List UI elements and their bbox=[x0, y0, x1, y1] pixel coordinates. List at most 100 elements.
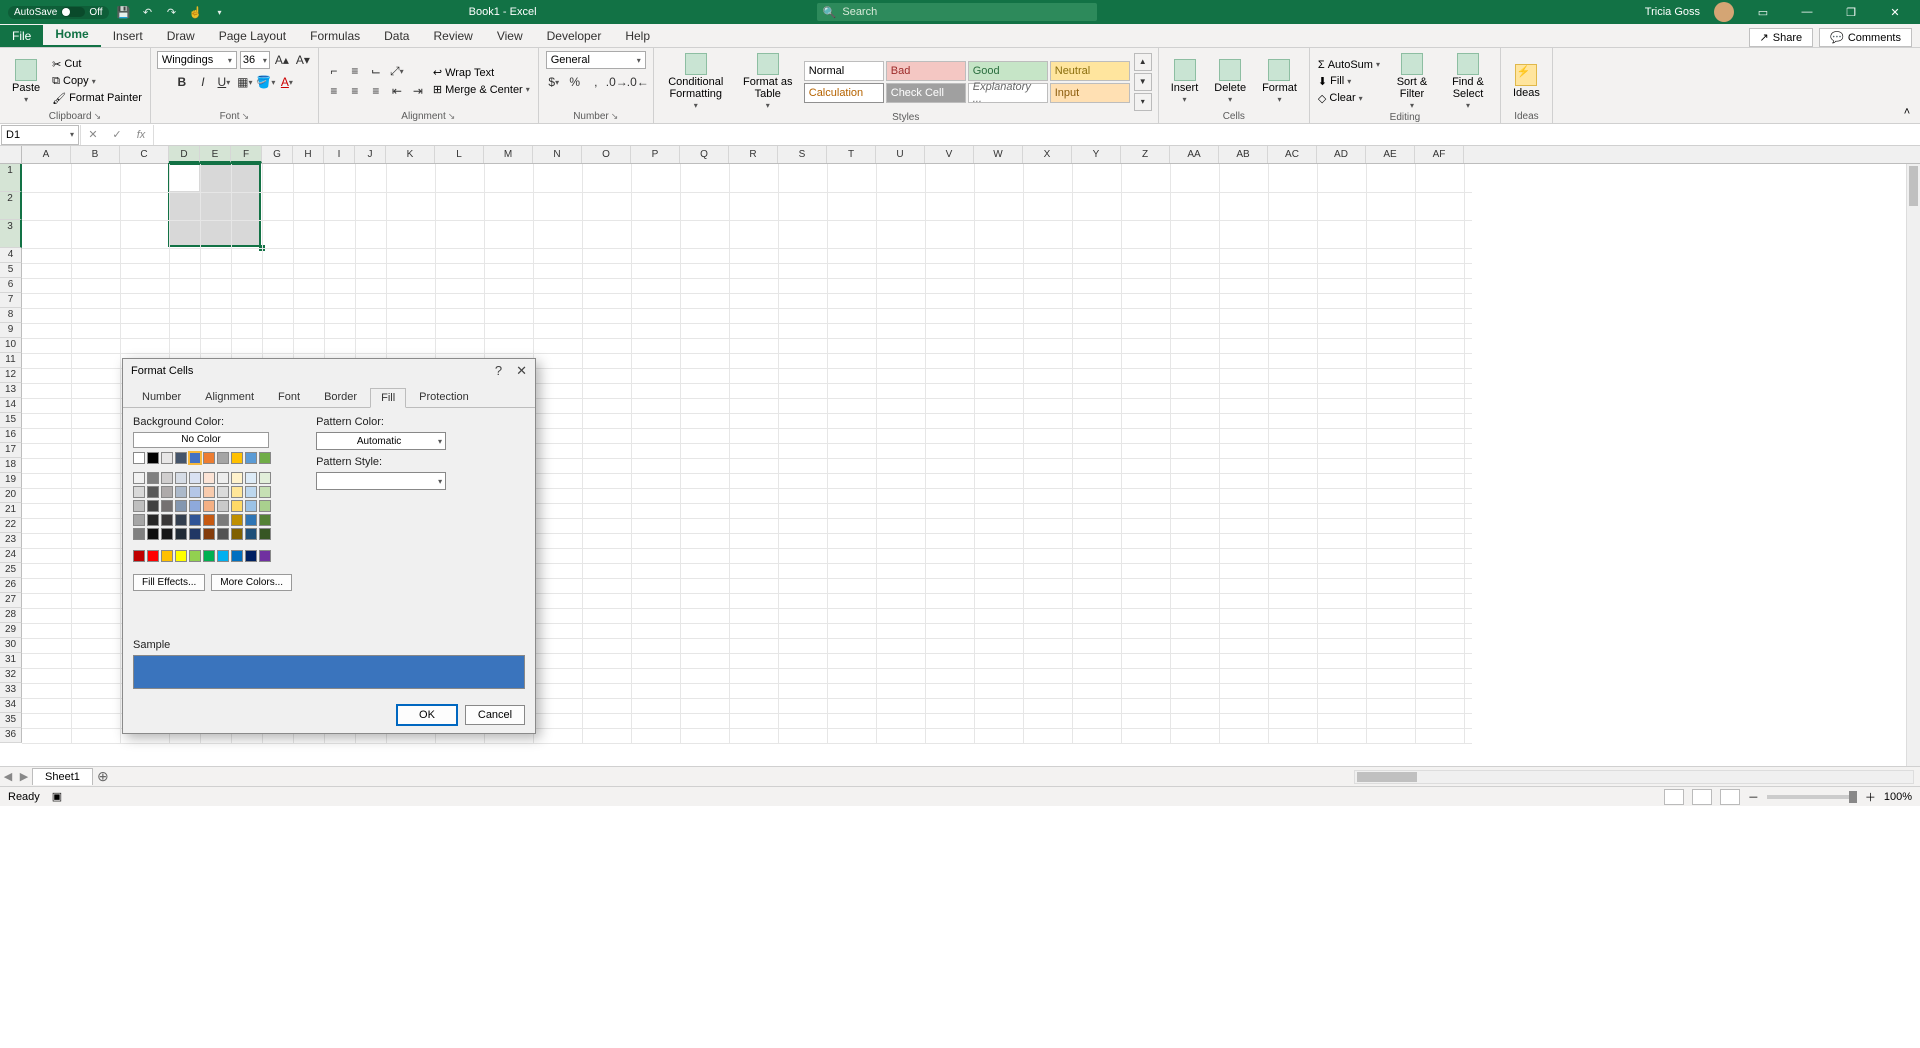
tab-file[interactable]: File bbox=[0, 25, 43, 47]
color-swatch[interactable] bbox=[189, 528, 201, 540]
row-header[interactable]: 31 bbox=[0, 653, 22, 668]
minimize-icon[interactable]: ― bbox=[1792, 0, 1822, 24]
tab-developer[interactable]: Developer bbox=[535, 25, 614, 47]
cancel-button[interactable]: Cancel bbox=[465, 705, 525, 725]
dlg-tab-alignment[interactable]: Alignment bbox=[194, 387, 265, 407]
share-button[interactable]: ↗Share bbox=[1749, 28, 1814, 47]
cell-style-check-cell[interactable]: Check Cell bbox=[886, 83, 966, 103]
ribbon-display-icon[interactable]: ▭ bbox=[1748, 0, 1778, 24]
delete-cells-button[interactable]: Delete▾ bbox=[1208, 57, 1252, 106]
column-header[interactable]: AB bbox=[1219, 146, 1268, 163]
color-swatch[interactable] bbox=[203, 550, 215, 562]
macro-record-icon[interactable]: ▣ bbox=[52, 790, 62, 803]
row-header[interactable]: 17 bbox=[0, 443, 22, 458]
row-header[interactable]: 35 bbox=[0, 713, 22, 728]
column-header[interactable]: A bbox=[22, 146, 71, 163]
italic-button[interactable]: I bbox=[194, 73, 212, 91]
scroll-thumb[interactable] bbox=[1357, 772, 1417, 782]
add-sheet-icon[interactable]: ⊕ bbox=[93, 768, 113, 785]
normal-view-icon[interactable] bbox=[1664, 789, 1684, 805]
font-name-combo[interactable]: Wingdings▾ bbox=[157, 51, 237, 69]
color-swatch[interactable] bbox=[245, 452, 257, 464]
column-header[interactable]: I bbox=[324, 146, 355, 163]
color-swatch[interactable] bbox=[147, 550, 159, 562]
color-swatch[interactable] bbox=[175, 514, 187, 526]
column-header[interactable]: R bbox=[729, 146, 778, 163]
row-header[interactable]: 25 bbox=[0, 563, 22, 578]
pattern-color-combo[interactable]: Automatic▾ bbox=[316, 432, 446, 450]
row-header[interactable]: 4 bbox=[0, 248, 22, 263]
column-header[interactable]: Q bbox=[680, 146, 729, 163]
zoom-in-icon[interactable]: ＋ bbox=[1865, 789, 1876, 805]
pattern-style-combo[interactable]: ▾ bbox=[316, 472, 446, 490]
save-icon[interactable]: 💾 bbox=[115, 3, 133, 21]
select-all-corner[interactable] bbox=[0, 146, 22, 163]
tab-view[interactable]: View bbox=[485, 25, 535, 47]
maximize-icon[interactable]: ❐ bbox=[1836, 0, 1866, 24]
color-swatch[interactable] bbox=[203, 486, 215, 498]
find-select-button[interactable]: Find & Select▾ bbox=[1442, 51, 1494, 112]
color-swatch[interactable] bbox=[203, 528, 215, 540]
cell-style-calculation[interactable]: Calculation bbox=[804, 83, 884, 103]
number-launcher-icon[interactable]: ↘ bbox=[611, 111, 619, 122]
autosave-toggle[interactable]: AutoSave Off bbox=[8, 6, 109, 19]
color-swatch[interactable] bbox=[133, 514, 145, 526]
name-box[interactable]: D1▾ bbox=[1, 125, 79, 145]
column-header[interactable]: W bbox=[974, 146, 1023, 163]
align-left-icon[interactable]: ≡ bbox=[325, 82, 343, 100]
increase-decimal-icon[interactable]: .0→ bbox=[608, 73, 626, 91]
column-header[interactable]: E bbox=[200, 146, 231, 163]
font-color-button[interactable]: A▾ bbox=[278, 73, 296, 91]
styles-scroll-up-icon[interactable]: ▲ bbox=[1134, 53, 1152, 71]
color-swatch[interactable] bbox=[231, 550, 243, 562]
format-painter-button[interactable]: 🖌Format Painter bbox=[50, 91, 144, 106]
copy-button[interactable]: ⧉Copy▾ bbox=[50, 74, 144, 89]
row-header[interactable]: 16 bbox=[0, 428, 22, 443]
color-swatch[interactable] bbox=[231, 528, 243, 540]
color-swatch[interactable] bbox=[133, 452, 145, 464]
comma-icon[interactable]: , bbox=[587, 73, 605, 91]
fill-color-button[interactable]: 🪣▾ bbox=[257, 73, 275, 91]
color-swatch[interactable] bbox=[259, 514, 271, 526]
page-break-view-icon[interactable] bbox=[1720, 789, 1740, 805]
user-name[interactable]: Tricia Goss bbox=[1645, 6, 1700, 18]
row-header[interactable]: 13 bbox=[0, 383, 22, 398]
row-header[interactable]: 14 bbox=[0, 398, 22, 413]
color-swatch[interactable] bbox=[245, 550, 257, 562]
row-header[interactable]: 19 bbox=[0, 473, 22, 488]
row-header[interactable]: 30 bbox=[0, 638, 22, 653]
column-header[interactable]: AE bbox=[1366, 146, 1415, 163]
color-swatch[interactable] bbox=[161, 472, 173, 484]
row-header[interactable]: 20 bbox=[0, 488, 22, 503]
column-header[interactable]: S bbox=[778, 146, 827, 163]
color-swatch[interactable] bbox=[161, 452, 173, 464]
color-swatch[interactable] bbox=[245, 486, 257, 498]
row-header[interactable]: 34 bbox=[0, 698, 22, 713]
borders-button[interactable]: ▦▾ bbox=[236, 73, 254, 91]
row-header[interactable]: 15 bbox=[0, 413, 22, 428]
dlg-tab-font[interactable]: Font bbox=[267, 387, 311, 407]
color-swatch[interactable] bbox=[133, 500, 145, 512]
column-header[interactable]: P bbox=[631, 146, 680, 163]
color-swatch[interactable] bbox=[203, 514, 215, 526]
formula-input[interactable] bbox=[154, 125, 1920, 145]
styles-more-icon[interactable]: ▾ bbox=[1134, 93, 1152, 111]
color-swatch[interactable] bbox=[259, 550, 271, 562]
color-swatch[interactable] bbox=[133, 486, 145, 498]
column-header[interactable]: Y bbox=[1072, 146, 1121, 163]
color-swatch[interactable] bbox=[147, 514, 159, 526]
cancel-formula-icon[interactable]: ✕ bbox=[81, 125, 105, 145]
column-header[interactable]: K bbox=[386, 146, 435, 163]
color-swatch[interactable] bbox=[245, 472, 257, 484]
color-swatch[interactable] bbox=[175, 472, 187, 484]
zoom-out-icon[interactable]: － bbox=[1748, 789, 1759, 805]
color-swatch[interactable] bbox=[175, 550, 187, 562]
column-header[interactable]: D bbox=[169, 146, 200, 163]
cell-style-explanatory[interactable]: Explanatory ... bbox=[968, 83, 1048, 103]
color-swatch[interactable] bbox=[203, 500, 215, 512]
color-swatch[interactable] bbox=[161, 514, 173, 526]
row-header[interactable]: 6 bbox=[0, 278, 22, 293]
search-input[interactable]: 🔍 Search bbox=[817, 3, 1097, 21]
more-colors-button[interactable]: More Colors... bbox=[211, 574, 292, 591]
column-header[interactable]: AF bbox=[1415, 146, 1464, 163]
